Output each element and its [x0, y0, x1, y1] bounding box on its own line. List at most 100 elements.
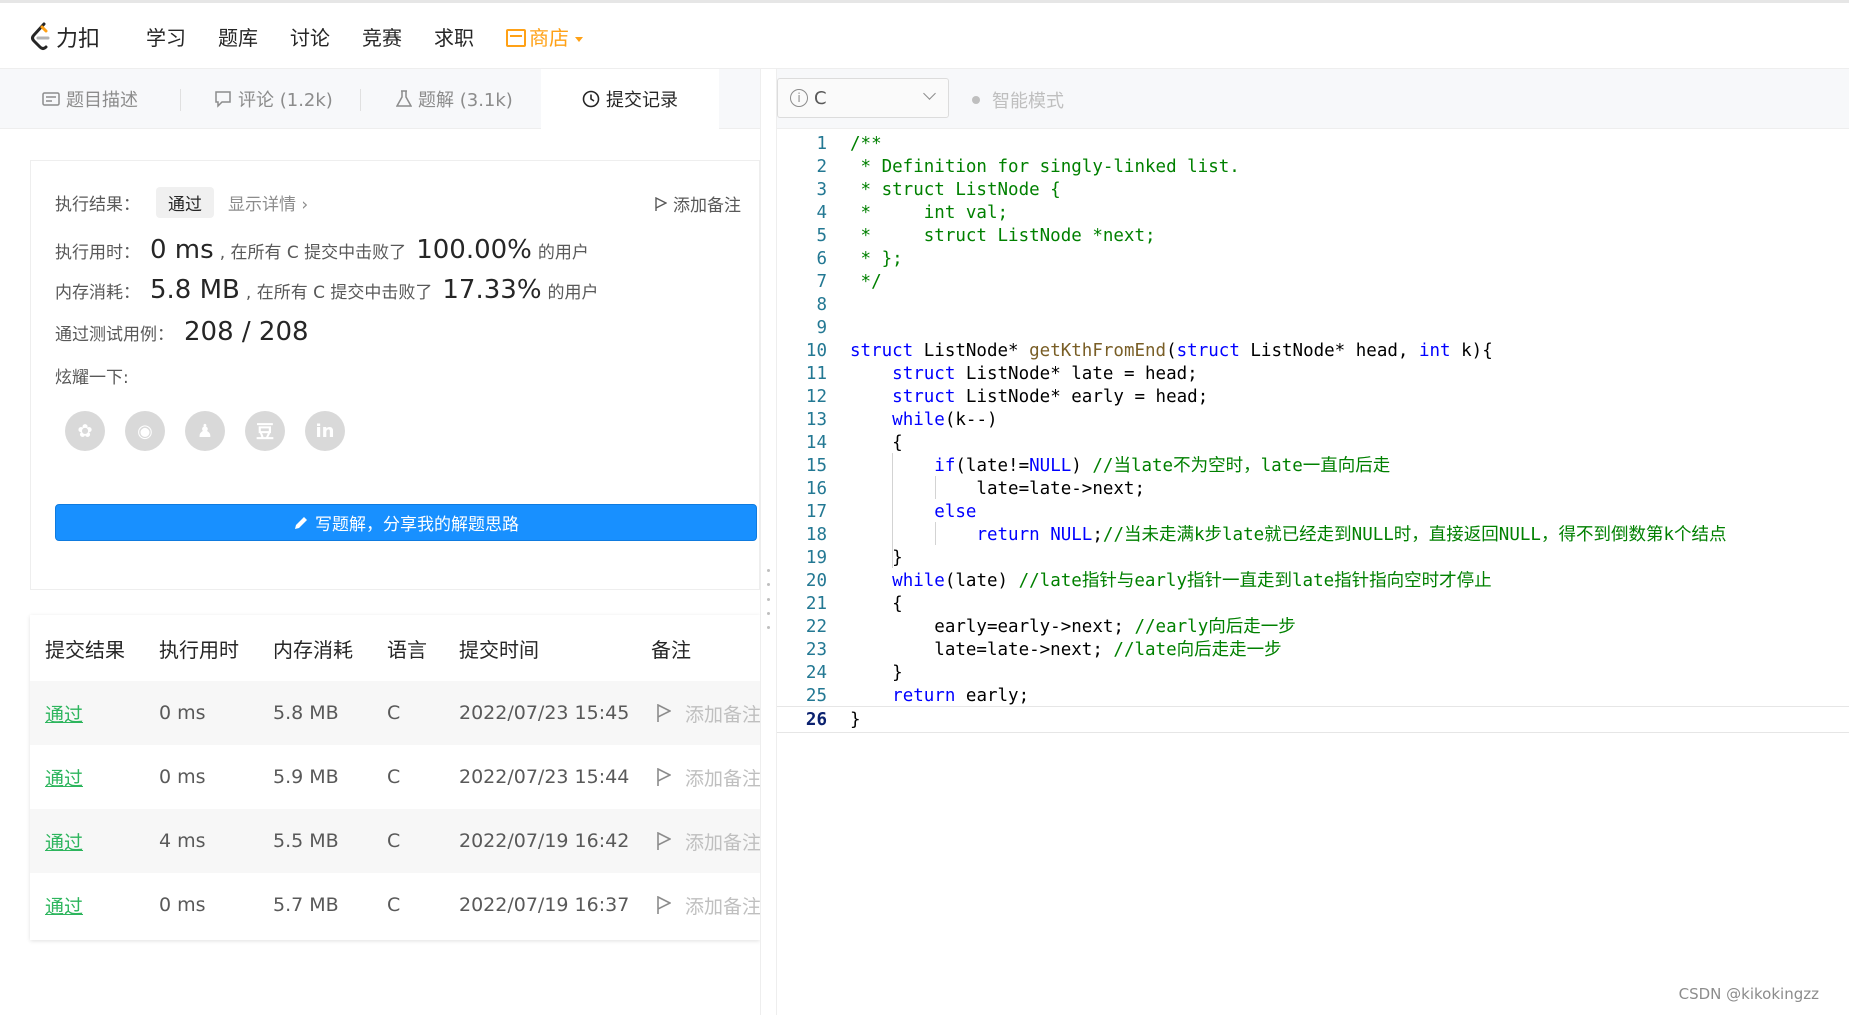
memory-cell: 5.5 MB	[273, 830, 339, 852]
test-cases-value: 208 / 208	[184, 317, 309, 347]
memory-cell: 5.9 MB	[273, 766, 339, 788]
tab-description-label: 题目描述	[66, 90, 138, 111]
shop-icon	[506, 29, 526, 47]
line-number: 26	[805, 710, 827, 730]
memory-beat-text: , 在所有 C 提交中击败了	[245, 283, 433, 303]
tab-solutions-label: 题解 (3.1k)	[418, 90, 513, 111]
runtime-value: 0 ms	[150, 235, 214, 265]
table-row[interactable]: 通过 0 ms 5.8 MB C 2022/07/23 15:45 添加备注	[30, 681, 760, 745]
runtime-suffix: 的用户	[537, 243, 589, 263]
qq-icon[interactable]: ♟	[185, 411, 225, 451]
runtime-cell: 0 ms	[159, 894, 206, 916]
add-note-button[interactable]: 添加备注	[655, 191, 741, 216]
nav-item-discuss[interactable]: 讨论	[274, 23, 346, 53]
memory-cell: 5.7 MB	[273, 894, 339, 916]
result-link[interactable]: 通过	[45, 873, 83, 937]
douban-icon[interactable]: 豆	[245, 411, 285, 451]
column-header-note: 备注	[651, 637, 691, 662]
column-header-memory: 内存消耗	[273, 637, 353, 662]
tab-separator	[180, 89, 181, 111]
result-link[interactable]: 通过	[45, 745, 83, 809]
caret-down-icon	[575, 36, 583, 42]
share-row: 炫耀一下:	[55, 363, 129, 388]
show-details-link[interactable]: 显示详情 ›	[228, 190, 308, 215]
submit-time-cell: 2022/07/19 16:37	[459, 894, 630, 916]
flag-icon	[657, 832, 671, 850]
memory-label: 内存消耗：	[55, 283, 140, 303]
write-solution-button[interactable]: 写题解，分享我的解题思路	[55, 504, 757, 541]
runtime-cell: 4 ms	[159, 830, 206, 852]
comment-icon	[214, 90, 232, 108]
test-cases-label: 通过测试用例：	[55, 325, 174, 345]
flag-icon	[657, 896, 671, 914]
memory-row: 内存消耗： 5.8 MB , 在所有 C 提交中击败了 17.33% 的用户	[55, 275, 599, 305]
add-note-cell[interactable]: 添加备注	[657, 745, 760, 809]
tab-separator	[360, 89, 361, 111]
add-note-cell[interactable]: 添加备注	[657, 809, 760, 873]
test-cases-row: 通过测试用例： 208 / 208	[55, 317, 315, 347]
submit-time-cell: 2022/07/19 16:42	[459, 830, 630, 852]
nav-item-shop[interactable]: 商店	[490, 23, 599, 53]
leetcode-logo-icon	[31, 22, 50, 50]
nav-item-jobs[interactable]: 求职	[418, 23, 490, 53]
tab-comments[interactable]: 评论 (1.2k)	[214, 69, 333, 129]
code-text: }	[850, 710, 861, 730]
tab-solutions[interactable]: 题解 (3.1k)	[396, 69, 513, 129]
table-row[interactable]: 通过 0 ms 5.9 MB C 2022/07/23 15:44 添加备注	[30, 745, 760, 809]
indent-guide	[892, 453, 894, 568]
result-link[interactable]: 通过	[45, 809, 83, 873]
linkedin-icon[interactable]: in	[305, 411, 345, 451]
chevron-down-icon	[923, 87, 936, 100]
add-note-text: 添加备注	[685, 703, 760, 726]
submit-time-cell: 2022/07/23 15:44	[459, 766, 630, 788]
memory-suffix: 的用户	[547, 283, 599, 303]
wechat-icon[interactable]: ✿	[65, 411, 105, 451]
table-row[interactable]: 通过 4 ms 5.5 MB C 2022/07/19 16:42 添加备注	[30, 809, 760, 873]
leetcode-logo[interactable]: 力扣	[30, 21, 100, 53]
result-status-row: 执行结果： 通过 显示详情 ›	[55, 187, 308, 218]
add-note-text: 添加备注	[685, 895, 760, 918]
pencil-icon	[295, 516, 307, 529]
nav-item-contest[interactable]: 竞赛	[346, 23, 418, 53]
tab-description[interactable]: 题目描述	[42, 69, 138, 129]
runtime-label: 执行用时：	[55, 243, 140, 263]
problem-tab-bar: 题目描述 评论 (1.2k) 题解 (3.1k) 提交记录	[0, 69, 760, 129]
result-link[interactable]: 通过	[45, 681, 83, 745]
add-note-text: 添加备注	[685, 767, 760, 790]
submissions-table: 提交结果 执行用时 内存消耗 语言 提交时间 备注 通过 0 ms 5.8 MB…	[30, 615, 760, 940]
runtime-beat-text: , 在所有 C 提交中击败了	[219, 243, 407, 263]
flag-icon	[657, 768, 671, 786]
nav-item-study[interactable]: 学习	[130, 23, 202, 53]
column-header-runtime: 执行用时	[159, 637, 239, 662]
language-select[interactable]: i C	[777, 78, 949, 118]
language-select-value: C	[814, 87, 827, 109]
runtime-row: 执行用时： 0 ms , 在所有 C 提交中击败了 100.00% 的用户	[55, 235, 589, 265]
info-icon: i	[790, 89, 808, 107]
smart-mode-toggle[interactable]: 智能模式	[972, 87, 1064, 113]
drag-grip-icon	[767, 569, 770, 629]
write-solution-label: 写题解，分享我的解题思路	[315, 515, 519, 535]
table-header: 提交结果 执行用时 内存消耗 语言 提交时间 备注	[30, 615, 760, 681]
nav-shop-label: 商店	[529, 26, 569, 50]
share-buttons: ✿ ◉ ♟ 豆 in	[65, 411, 345, 451]
memory-cell: 5.8 MB	[273, 702, 339, 724]
code-editor[interactable]: 1/** 2 * Definition for singly-linked lis…	[777, 129, 1849, 1015]
status-label: 执行结果：	[55, 195, 140, 215]
column-header-result: 提交结果	[45, 637, 125, 662]
column-header-language: 语言	[387, 637, 427, 662]
editor-toolbar: i C 智能模式	[777, 69, 1849, 129]
main-nav: 学习 题库 讨论 竞赛 求职 商店	[130, 23, 599, 53]
flask-icon	[396, 90, 412, 108]
nav-item-problems[interactable]: 题库	[202, 23, 274, 53]
indent-guide	[934, 476, 936, 499]
top-navigation-bar: 力扣 学习 题库 讨论 竞赛 求职 商店	[0, 0, 1849, 69]
add-note-cell[interactable]: 添加备注	[657, 873, 760, 937]
table-row[interactable]: 通过 0 ms 5.7 MB C 2022/07/19 16:37 添加备注	[30, 873, 760, 937]
logo-text: 力扣	[56, 27, 101, 52]
weibo-icon[interactable]: ◉	[125, 411, 165, 451]
share-label: 炫耀一下:	[55, 368, 129, 388]
code-line[interactable]: 26}	[777, 706, 1849, 733]
tab-submissions[interactable]: 提交记录	[541, 69, 719, 129]
pane-resize-handle[interactable]	[760, 69, 777, 1015]
add-note-cell[interactable]: 添加备注	[657, 681, 760, 745]
